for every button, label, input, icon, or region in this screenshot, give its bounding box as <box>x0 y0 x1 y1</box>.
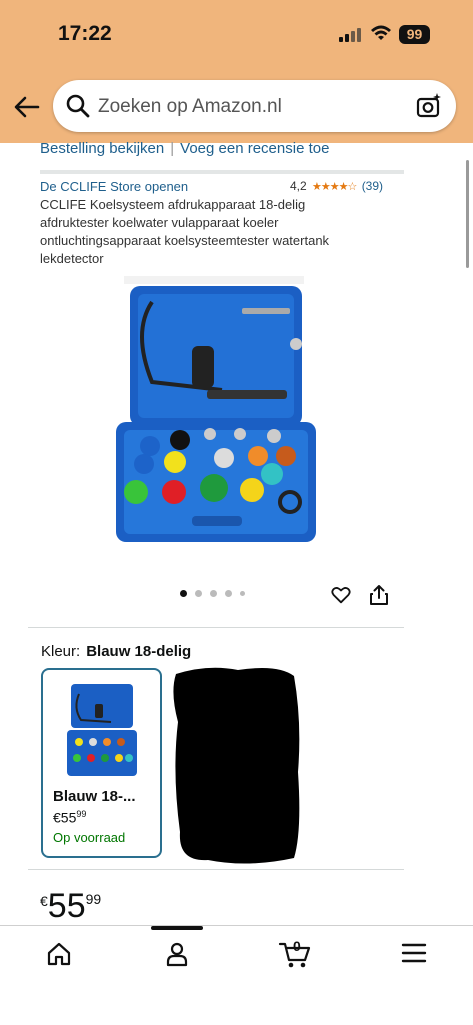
carousel-dot[interactable] <box>195 590 202 597</box>
order-links: Bestelling bekijken | Voeg een recensie to… <box>40 140 329 157</box>
variant-name: Blauw 18-... <box>53 788 136 805</box>
cart-count: 0 <box>293 938 301 954</box>
back-arrow-icon[interactable] <box>12 92 42 122</box>
variant-card-selected[interactable]: Blauw 18-... €5599 Op voorraad <box>41 668 162 858</box>
signal-icon <box>339 26 363 42</box>
divider <box>28 627 404 628</box>
image-carousel-dots[interactable] <box>180 590 245 597</box>
link-separator: | <box>170 140 175 157</box>
scrollbar[interactable] <box>466 160 469 268</box>
product-image[interactable] <box>112 272 318 544</box>
wifi-icon <box>371 25 391 40</box>
add-review-link[interactable]: Voeg een recensie toe <box>180 140 329 157</box>
home-icon[interactable] <box>45 940 73 968</box>
carousel-dot[interactable] <box>225 590 232 597</box>
rating-value: 4,2 <box>290 179 307 193</box>
divider <box>28 869 404 870</box>
share-icon[interactable] <box>369 584 389 606</box>
variant-price: €5599 <box>53 809 86 826</box>
carousel-dot[interactable] <box>180 590 187 597</box>
menu-icon[interactable] <box>401 940 427 966</box>
search-input[interactable]: Zoeken op Amazon.nl <box>98 96 282 118</box>
view-order-link[interactable]: Bestelling bekijken <box>40 140 164 157</box>
search-bar[interactable]: Zoeken op Amazon.nl <box>53 80 456 132</box>
variant-price-fraction: 99 <box>76 809 87 819</box>
color-label: Kleur: <box>41 643 81 660</box>
store-link[interactable]: De CCLIFE Store openen <box>40 179 188 194</box>
carousel-dot[interactable] <box>240 591 245 596</box>
account-icon[interactable] <box>163 940 191 968</box>
price-currency: € <box>40 893 48 909</box>
search-icon <box>66 94 90 118</box>
camera-icon[interactable] <box>415 92 443 120</box>
product-price: €5599 <box>40 887 101 926</box>
battery-indicator: 99 <box>399 25 430 44</box>
color-value: Blauw 18-delig <box>86 643 192 660</box>
variant-price-whole: €55 <box>53 809 77 826</box>
color-selection: Kleur: Blauw 18-delig <box>41 643 191 660</box>
rating[interactable]: 4,2 ★★★★☆ (39) <box>290 179 383 193</box>
header: 17:22 99 Zoeken op Amazon.nl <box>0 0 473 143</box>
heart-icon[interactable] <box>330 584 352 606</box>
active-tab-indicator <box>151 926 203 930</box>
rating-count[interactable]: (39) <box>362 179 383 193</box>
divider <box>40 170 404 174</box>
carousel-dot[interactable] <box>210 590 217 597</box>
price-whole: 55 <box>47 887 86 925</box>
price-fraction: 99 <box>85 891 102 907</box>
variant-card-redacted[interactable] <box>168 662 304 868</box>
status-time: 17:22 <box>58 22 112 45</box>
variant-thumbnail <box>67 684 137 776</box>
product-title: CCLIFE Koelsysteem afdrukapparaat 18-del… <box>40 197 330 266</box>
variant-stock-status: Op voorraad <box>53 830 126 845</box>
rating-stars: ★★★★☆ <box>312 181 357 193</box>
